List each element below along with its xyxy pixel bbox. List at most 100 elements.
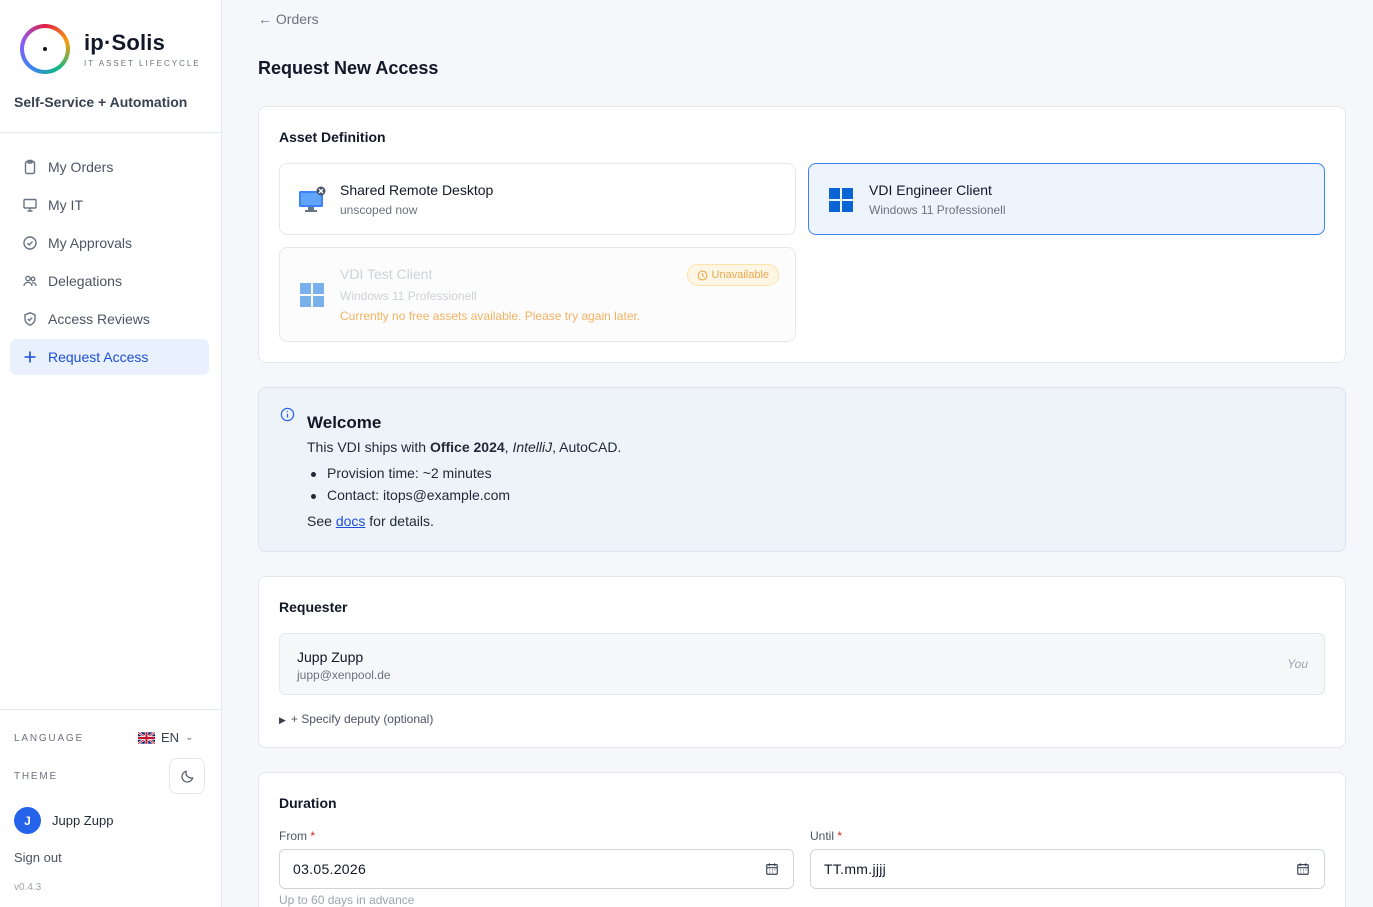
sidebar-item-label: My IT [48, 197, 83, 213]
section-title: Requester [279, 599, 348, 615]
requester-box: Jupp Zupp jupp@xenpool.de You [279, 633, 1325, 695]
welcome-text-rest: , AutoCAD. [552, 439, 622, 455]
caret-right-icon: ▶ [279, 715, 286, 725]
section-title: Asset Definition [279, 129, 386, 145]
uk-flag-icon [138, 731, 155, 744]
deputy-label: + Specify deputy (optional) [290, 712, 434, 726]
unavailable-message: Currently no free assets available. Plea… [340, 309, 641, 323]
language-label: LANGUAGE [14, 733, 84, 744]
sidebar-item-my-approvals[interactable]: My Approvals [10, 225, 209, 261]
until-label: Until * [810, 829, 842, 843]
list-item: Contact: itops@example.com [311, 487, 511, 503]
users-icon [23, 275, 37, 287]
logo-tagline: IT ASSET LIFECYCLE [84, 59, 201, 68]
language-select[interactable]: EN ⌄ [138, 730, 193, 745]
until-label-text: Until [810, 829, 835, 843]
welcome-info-card: Welcome This VDI ships with Office 2024,… [258, 387, 1346, 552]
see-suffix: for details. [365, 513, 434, 529]
section-title: Duration [279, 795, 337, 811]
duration-card: Duration From * 03.05.2026 Up to 60 days… [258, 772, 1346, 907]
sidebar-item-label: My Approvals [48, 235, 133, 251]
avatar: J [14, 807, 41, 834]
clipboard-icon [24, 159, 36, 175]
calendar-icon[interactable] [1296, 862, 1310, 876]
specify-deputy-toggle[interactable]: ▶ + Specify deputy (optional) [279, 712, 433, 726]
required-mark: * [310, 829, 316, 843]
from-date-input[interactable]: 03.05.2026 [279, 849, 794, 889]
calendar-icon[interactable] [765, 862, 779, 876]
user-profile[interactable]: J Jupp Zupp [14, 807, 113, 834]
app-subtitle: Self-Service + Automation [14, 94, 188, 110]
list-item-text: Provision time: ~2 minutes [327, 465, 492, 481]
asset-subtitle: Windows 11 Professionell [340, 289, 477, 303]
shield-check-icon [24, 312, 36, 326]
windows-icon [300, 283, 324, 307]
asset-subtitle: Windows 11 Professionell [869, 203, 1006, 217]
sidebar-item-label: Access Reviews [48, 311, 150, 327]
welcome-text-prefix: This VDI ships with [307, 439, 430, 455]
version-label: v0.4.3 [14, 882, 42, 893]
you-label: You [1287, 657, 1308, 671]
back-link[interactable]: ← Orders [258, 11, 319, 27]
clock-icon [697, 270, 707, 280]
logo-ring-icon [20, 24, 70, 74]
sidebar-nav: My Orders My IT My Approvals Delegations… [10, 149, 209, 377]
asset-name: VDI Engineer Client [869, 182, 992, 198]
welcome-text-bold: Office 2024 [429, 439, 505, 455]
list-item-text: Contact: itops@example.com [327, 487, 511, 503]
info-icon [280, 407, 295, 422]
badge-label: Unavailable [711, 269, 769, 281]
from-date-value: 03.05.2026 [293, 861, 367, 877]
required-mark: * [837, 829, 843, 843]
asset-subtitle: unscoped now [340, 203, 418, 217]
check-circle-icon [23, 236, 37, 250]
asset-option-vdi-test-client: VDI Test Client Windows 11 Professionell… [279, 247, 796, 342]
docs-link[interactable]: docs [336, 513, 366, 529]
until-date-input[interactable]: TT.mm.jjjj [810, 849, 1325, 889]
until-date-value: TT.mm.jjjj [824, 861, 887, 877]
welcome-text-italic: IntelliJ [512, 439, 553, 455]
see-prefix: See [307, 513, 336, 529]
requester-card: Requester Jupp Zupp jupp@xenpool.de You … [258, 576, 1346, 748]
theme-toggle-button[interactable] [169, 758, 205, 794]
asset-name: Shared Remote Desktop [340, 182, 494, 198]
logo[interactable]: ip·Solis IT ASSET LIFECYCLE [20, 24, 201, 74]
sidebar-item-label: My Orders [48, 159, 114, 175]
moon-icon [180, 770, 193, 783]
from-label: From * [279, 829, 315, 843]
asset-option-shared-remote-desktop[interactable]: Shared Remote Desktop unscoped now [279, 163, 796, 235]
sidebar-divider [0, 709, 221, 710]
sidebar-divider [0, 132, 221, 133]
status-badge: Unavailable [686, 264, 779, 286]
monitor-icon [23, 198, 37, 212]
sidebar: ip·Solis IT ASSET LIFECYCLE Self-Service… [0, 0, 222, 907]
chevron-down-icon: ⌄ [185, 732, 194, 743]
requester-name: Jupp Zupp [297, 649, 364, 665]
welcome-see-docs: See docs for details. [307, 513, 434, 529]
list-item: Provision time: ~2 minutes [311, 465, 492, 481]
sidebar-item-access-reviews[interactable]: Access Reviews [10, 301, 209, 337]
sidebar-item-label: Delegations [48, 273, 122, 289]
language-value: EN [161, 730, 180, 745]
sidebar-item-my-it[interactable]: My IT [10, 187, 209, 223]
theme-label: THEME [14, 771, 58, 782]
asset-definition-card: Asset Definition Shared Remote Desktop u… [258, 106, 1346, 363]
remote-desktop-icon [299, 186, 326, 212]
logo-name: ip·Solis [84, 30, 166, 55]
windows-icon [829, 188, 853, 212]
sidebar-item-delegations[interactable]: Delegations [10, 263, 209, 299]
welcome-title: Welcome [307, 413, 382, 432]
asset-name: VDI Test Client [340, 266, 433, 282]
from-label-text: From [279, 829, 307, 843]
sidebar-item-label: Request Access [48, 349, 149, 365]
page-title: Request New Access [258, 58, 439, 78]
asset-option-vdi-engineer-client[interactable]: VDI Engineer Client Windows 11 Professio… [808, 163, 1325, 235]
welcome-text: This VDI ships with Office 2024, Intelli… [307, 439, 621, 455]
from-hint: Up to 60 days in advance [279, 893, 415, 907]
sidebar-item-my-orders[interactable]: My Orders [10, 149, 209, 185]
sidebar-item-request-access[interactable]: Request Access [10, 339, 209, 375]
requester-email: jupp@xenpool.de [297, 668, 391, 682]
plus-icon [24, 351, 36, 363]
user-name: Jupp Zupp [52, 813, 114, 828]
sign-out-link[interactable]: Sign out [14, 850, 62, 865]
